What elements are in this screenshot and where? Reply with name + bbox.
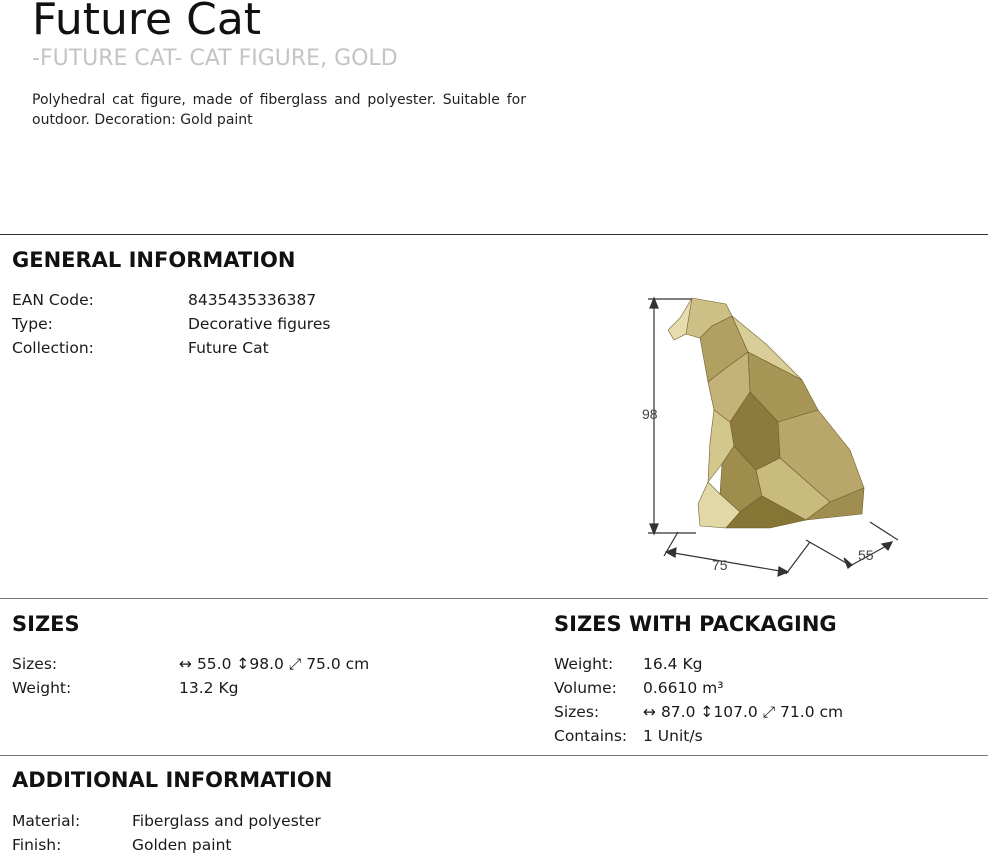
material-label: Material: xyxy=(12,812,81,830)
sizes-row-dimensions: Sizes: ↔ 55.0 ↕98.0 ⤢ 75.0 cm xyxy=(12,652,512,676)
sizes-width: 55.0 xyxy=(196,655,232,673)
general-row-ean: EAN Code: 8435435336387 xyxy=(12,288,412,312)
material-value: Fiberglass and polyester xyxy=(132,812,321,830)
packaging-contains-value: 1 Unit/s xyxy=(643,727,703,745)
product-title: Future Cat xyxy=(32,0,262,45)
packaging-heading: SIZES WITH PACKAGING xyxy=(554,612,837,636)
packaging-unit: cm xyxy=(819,703,844,721)
width-dimension-line xyxy=(663,531,811,577)
additional-row-material: Material: Fiberglass and polyester xyxy=(12,809,512,833)
sizes-depth: 75.0 xyxy=(306,655,341,673)
sizes-height: 98.0 xyxy=(249,655,284,673)
additional-information-list: Material: Fiberglass and polyester Finis… xyxy=(12,809,512,857)
finish-value: Golden paint xyxy=(132,836,232,854)
sizes-unit: cm xyxy=(345,655,370,673)
product-figure: 98 75 55 xyxy=(630,282,920,582)
collection-label: Collection: xyxy=(12,339,94,357)
packaging-weight-label: Weight: xyxy=(554,655,614,673)
sizes-label: Sizes: xyxy=(12,655,58,673)
packaging-row-sizes: Sizes: ↔ 87.0 ↕107.0 ⤢ 71.0 cm xyxy=(554,700,974,724)
packaging-contains-label: Contains: xyxy=(554,727,628,745)
sizes-row-weight: Weight: 13.2 Kg xyxy=(12,676,512,700)
collection-value: Future Cat xyxy=(188,339,269,357)
height-arrow-icon: ↕ xyxy=(236,655,250,673)
section-divider xyxy=(0,755,988,756)
general-row-collection: Collection: Future Cat xyxy=(12,336,412,360)
additional-information-heading: ADDITIONAL INFORMATION xyxy=(12,768,333,792)
packaging-depth: 71.0 xyxy=(780,703,815,721)
packaging-volume-value: 0.6610 m³ xyxy=(643,679,724,697)
general-information-heading: GENERAL INFORMATION xyxy=(12,248,296,272)
packaging-sizes-value: ↔ 87.0 ↕107.0 ⤢ 71.0 cm xyxy=(643,700,843,724)
packaging-weight-value: 16.4 Kg xyxy=(643,655,703,673)
ean-label: EAN Code: xyxy=(12,291,94,309)
width-arrow-icon: ↔ xyxy=(179,655,192,673)
product-subtitle: -FUTURE CAT- CAT FIGURE, GOLD xyxy=(32,46,398,71)
packaging-row-volume: Volume: 0.6610 m³ xyxy=(554,676,974,700)
additional-row-finish: Finish: Golden paint xyxy=(12,833,512,857)
type-label: Type: xyxy=(12,315,53,333)
general-row-type: Type: Decorative figures xyxy=(12,312,412,336)
depth-label: 55 xyxy=(858,547,874,563)
packaging-row-weight: Weight: 16.4 Kg xyxy=(554,652,974,676)
sizes-heading: SIZES xyxy=(12,612,80,636)
packaging-list: Weight: 16.4 Kg Volume: 0.6610 m³ Sizes:… xyxy=(554,652,974,748)
finish-label: Finish: xyxy=(12,836,62,854)
weight-value: 13.2 Kg xyxy=(179,679,239,697)
packaging-row-contains: Contains: 1 Unit/s xyxy=(554,724,974,748)
height-label: 98 xyxy=(642,406,658,422)
product-description: Polyhedral cat figure, made of fiberglas… xyxy=(32,92,526,128)
packaging-height: 107.0 xyxy=(713,703,758,721)
packaging-sizes-label: Sizes: xyxy=(554,703,600,721)
ean-value: 8435435336387 xyxy=(188,291,317,309)
sizes-list: Sizes: ↔ 55.0 ↕98.0 ⤢ 75.0 cm Weight: 13… xyxy=(12,652,512,700)
packaging-width: 87.0 xyxy=(660,703,696,721)
sizes-value: ↔ 55.0 ↕98.0 ⤢ 75.0 cm xyxy=(179,652,369,676)
height-arrow-icon: ↕ xyxy=(700,703,714,721)
width-arrow-icon: ↔ xyxy=(643,703,656,721)
depth-dimension-line xyxy=(805,521,899,569)
section-divider xyxy=(0,598,988,599)
type-value: Decorative figures xyxy=(188,315,331,333)
section-divider xyxy=(0,234,988,235)
width-label: 75 xyxy=(712,557,728,573)
weight-label: Weight: xyxy=(12,679,72,697)
cat-figure-illustration: 98 75 55 xyxy=(642,296,899,577)
general-information-list: EAN Code: 8435435336387 Type: Decorative… xyxy=(12,288,412,360)
depth-arrow-icon: ⤢ xyxy=(762,703,776,721)
cat-body xyxy=(667,297,865,529)
depth-arrow-icon: ⤢ xyxy=(288,655,302,673)
packaging-volume-label: Volume: xyxy=(554,679,617,697)
